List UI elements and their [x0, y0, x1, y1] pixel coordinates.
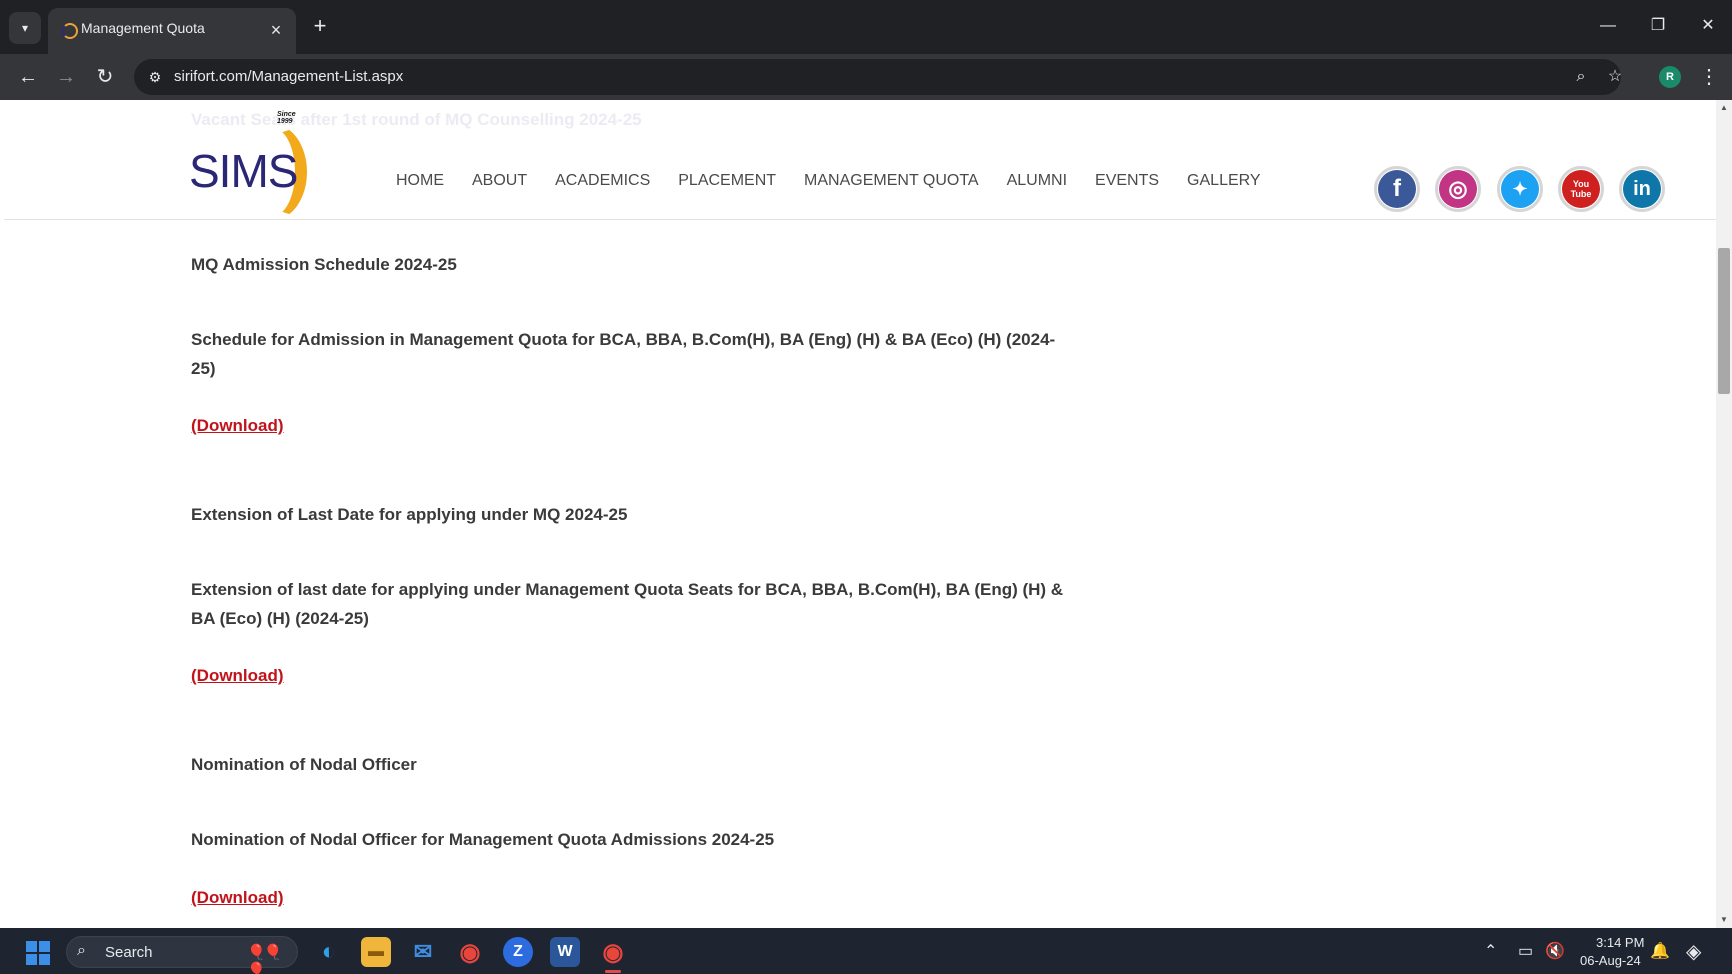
browser-toolbar: ← → ↻ ⚙ sirifort.com/Management-List.asp… — [0, 54, 1732, 100]
nav-home[interactable]: HOME — [396, 172, 444, 190]
speaker-muted-icon[interactable]: 🔇 — [1545, 941, 1565, 961]
search-highlight-icon: 🎈🎈🎈 — [247, 944, 282, 974]
notice-text: Extension of last date for applying unde… — [191, 580, 1064, 628]
close-icon[interactable]: × — [266, 20, 286, 40]
mail-icon[interactable]: ✉ — [408, 937, 438, 967]
new-tab-button[interactable]: + — [308, 14, 332, 38]
site-info-icon[interactable]: ⚙ — [144, 66, 166, 88]
url-text[interactable]: sirifort.com/Management-List.aspx — [174, 68, 403, 85]
chrome-profile-icon[interactable]: ◉ — [598, 937, 628, 967]
instagram-link[interactable]: ◎ — [1435, 166, 1481, 212]
restore-icon[interactable]: ❐ — [1646, 14, 1670, 38]
instagram-icon: ◎ — [1439, 170, 1477, 208]
file-explorer-icon[interactable]: ▬ — [361, 937, 391, 967]
linkedin-icon: in — [1623, 170, 1661, 208]
nav-placement[interactable]: PLACEMENT — [678, 172, 776, 190]
notice-heading: Nomination of Nodal Officer — [191, 755, 417, 774]
logo-since: Since 1999 — [277, 111, 296, 125]
page-scrollbar[interactable]: ▲ ▼ — [1716, 100, 1732, 928]
site-header: SIMS Since 1999 HOME ABOUT ACADEMICS PLA… — [4, 100, 1716, 220]
notification-bell-icon[interactable]: 🔔 — [1650, 941, 1670, 961]
screen: ▾ Management Quota × + — ❐ ✕ ← → ↻ ⚙ sir… — [0, 0, 1732, 974]
nav-alumni[interactable]: ALUMNI — [1007, 172, 1067, 190]
notice-heading: Extension of Last Date for applying unde… — [191, 505, 628, 524]
browser-tabstrip: ▾ Management Quota × + — ❐ ✕ — [0, 0, 1732, 54]
windows-start-icon[interactable] — [26, 941, 50, 965]
reload-icon[interactable]: ↻ — [91, 63, 119, 91]
chevron-down-icon: ▾ — [21, 21, 29, 35]
zoom-icon[interactable]: ⌕ — [1570, 66, 1592, 88]
sims-logo[interactable]: SIMS Since 1999 — [189, 110, 309, 220]
clock-time[interactable]: 3:14 PM — [1596, 935, 1644, 950]
kebab-menu-icon[interactable]: ⋮ — [1697, 64, 1721, 90]
display-icon[interactable]: ▭ — [1518, 941, 1533, 961]
nav-about[interactable]: ABOUT — [472, 172, 527, 190]
scroll-down-icon[interactable]: ▼ — [1720, 916, 1728, 924]
back-arrow-icon[interactable]: ← — [14, 63, 42, 91]
logo-text: SIMS — [189, 145, 298, 197]
youtube-link[interactable]: You Tube — [1558, 166, 1604, 212]
download-link[interactable]: (Download) — [191, 666, 284, 686]
twitter-icon: ✦ — [1501, 170, 1539, 208]
notice-text: Schedule for Admission in Management Quo… — [191, 330, 1056, 378]
taskbar-search[interactable]: ⌕ Search 🎈🎈🎈 — [66, 936, 298, 974]
site-favicon-icon — [62, 23, 78, 39]
facebook-icon: f — [1378, 170, 1416, 208]
twitter-link[interactable]: ✦ — [1497, 166, 1543, 212]
search-icon: ⌕ — [77, 942, 86, 959]
forward-arrow-icon[interactable]: → — [52, 63, 80, 91]
download-link[interactable]: (Download) — [191, 888, 284, 908]
active-app-indicator — [605, 970, 621, 973]
download-link[interactable]: (Download) — [191, 416, 284, 436]
page-viewport: Vacant Seats after 1st round of MQ Couns… — [4, 100, 1716, 928]
facebook-link[interactable]: f — [1374, 166, 1420, 212]
tab-title: Management Quota — [81, 20, 205, 36]
linkedin-link[interactable]: in — [1619, 166, 1665, 212]
nav-academics[interactable]: ACADEMICS — [555, 172, 650, 190]
youtube-icon: You Tube — [1562, 170, 1600, 208]
tab-search-button[interactable]: ▾ — [9, 12, 41, 44]
chevron-up-icon[interactable]: ⌃ — [1484, 941, 1497, 961]
chrome-icon[interactable]: ◉ — [455, 937, 485, 967]
taskbar-search-label: Search — [105, 944, 153, 961]
window-close-icon[interactable]: ✕ — [1696, 14, 1720, 38]
scroll-thumb[interactable] — [1718, 248, 1730, 394]
windows-taskbar: ⌕ Search 🎈🎈🎈 ◐ ▬ ✉ ◉ Z W ◉ ⌃ ▭ 🔇 3:14 PM… — [0, 928, 1732, 974]
notice-heading: MQ Admission Schedule 2024-25 — [191, 255, 457, 274]
nav-management-quota[interactable]: MANAGEMENT QUOTA — [804, 172, 979, 190]
notice-text: Nomination of Nodal Officer for Manageme… — [191, 830, 775, 849]
profile-avatar[interactable]: R — [1659, 66, 1681, 88]
bookmark-star-icon[interactable]: ☆ — [1604, 66, 1626, 88]
scroll-up-icon[interactable]: ▲ — [1720, 104, 1728, 112]
edge-icon[interactable]: ◐ — [314, 937, 344, 967]
address-bar[interactable]: ⚙ sirifort.com/Management-List.aspx ⌕ ☆ — [134, 59, 1622, 95]
zoom-app-icon[interactable]: Z — [503, 937, 533, 967]
word-icon[interactable]: W — [550, 937, 580, 967]
nav-gallery[interactable]: GALLERY — [1187, 172, 1261, 190]
main-nav: HOME ABOUT ACADEMICS PLACEMENT MANAGEMEN… — [396, 172, 1289, 190]
nav-events[interactable]: EVENTS — [1095, 172, 1159, 190]
tab-management-quota[interactable]: Management Quota × — [48, 8, 296, 54]
minimize-icon[interactable]: — — [1596, 14, 1620, 38]
clock-date[interactable]: 06-Aug-24 — [1580, 953, 1641, 968]
copilot-icon[interactable]: ◈ — [1686, 939, 1701, 964]
